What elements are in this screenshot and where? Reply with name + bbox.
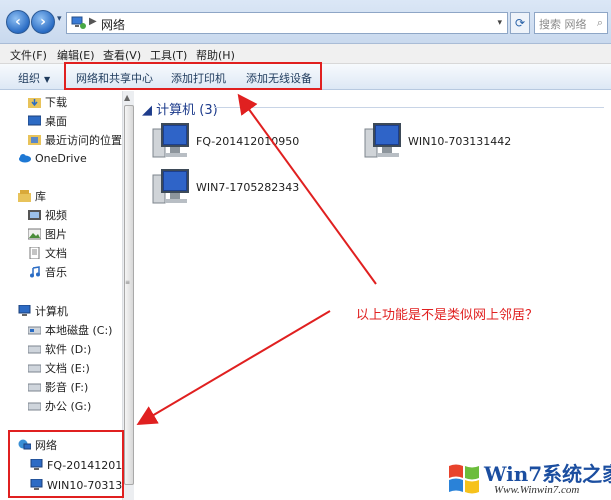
watermark: Win7系统之家 Www.Winwin7.com — [446, 454, 611, 500]
annotation-arrows — [136, 93, 377, 426]
arrow-to-network — [136, 310, 331, 426]
arrow-to-toolbar — [237, 93, 377, 285]
windows-logo-icon — [449, 464, 479, 494]
watermark-url: Www.Winwin7.com — [494, 484, 580, 496]
annotation-text: 以上功能是不是类似网上邻居？ — [356, 308, 539, 323]
watermark-title: Win7系统之家 — [484, 462, 611, 486]
